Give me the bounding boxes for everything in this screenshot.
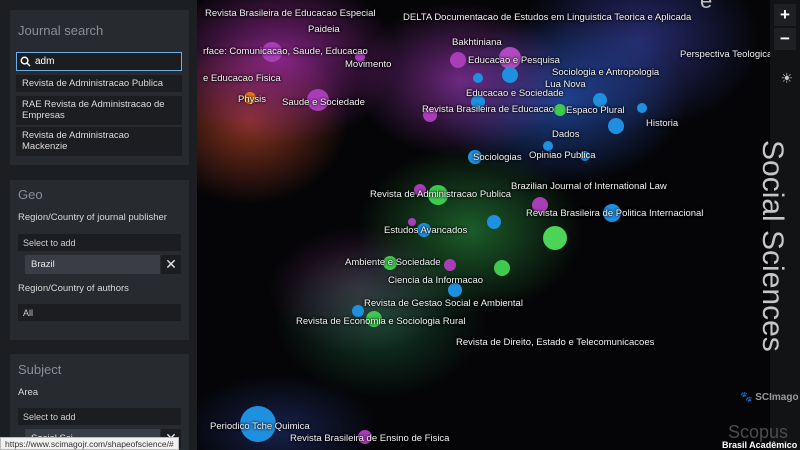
journal-search-card: Journal search Revista de Administracao … bbox=[10, 10, 189, 165]
journal-label[interactable]: Historia bbox=[646, 118, 678, 129]
area-title: Social Sciences bbox=[756, 140, 789, 352]
journal-label[interactable]: Opiniao Publica bbox=[529, 150, 596, 161]
suggestion-item[interactable]: Revista de Administracao Mackenzie bbox=[16, 127, 182, 156]
authors-region-select[interactable]: All bbox=[18, 304, 181, 321]
paw-icon: 🐾 bbox=[740, 392, 753, 403]
journal-label[interactable]: Ciencia da Informacao bbox=[388, 275, 483, 286]
geo-title: Geo bbox=[18, 187, 43, 202]
journal-label[interactable]: Revista de Economia e Sociologia Rural bbox=[296, 316, 466, 327]
journal-label[interactable]: Revista de Gestao Social e Ambiental bbox=[364, 298, 523, 309]
journal-label[interactable]: Revista Brasileira de Politica Internaci… bbox=[526, 208, 703, 219]
watermark-text: Brasil Acadêmico bbox=[722, 440, 798, 450]
journal-bubble[interactable] bbox=[554, 104, 566, 116]
suggestion-item[interactable]: RAE Revista de Administracao de Empresas bbox=[16, 96, 182, 125]
remove-tag-close-icon[interactable]: ✕ bbox=[161, 255, 181, 274]
publisher-region-label: Region/Country of journal publisher bbox=[18, 212, 167, 223]
publisher-region-select[interactable]: Select to add bbox=[18, 234, 181, 251]
journal-label[interactable]: Paideia bbox=[308, 24, 340, 35]
journal-label[interactable]: e Educacao Fisica bbox=[203, 73, 281, 84]
subject-card: Subject Area Select to add Social Sci ✕ bbox=[10, 354, 189, 450]
area-select[interactable]: Select to add bbox=[18, 408, 181, 425]
journal-label[interactable]: Revista de Direito, Estado e Telecomunic… bbox=[456, 337, 654, 348]
journal-label[interactable]: Revista Brasileira de Ensino de Fisica bbox=[290, 433, 449, 444]
journal-label[interactable]: Educacao e Sociedade bbox=[466, 88, 564, 99]
journal-bubble[interactable] bbox=[494, 260, 510, 276]
cropped-label: e bbox=[700, 0, 713, 13]
journal-label[interactable]: Sociologias bbox=[473, 152, 522, 163]
journal-label[interactable]: Saude e Sociedade bbox=[282, 97, 365, 108]
journal-label[interactable]: Revista Brasileira de Educacao Especial bbox=[205, 8, 376, 19]
status-bar-url: https://www.scimagojr.com/shapeofscience… bbox=[0, 437, 179, 450]
journal-label[interactable]: Estudos Avancados bbox=[384, 225, 467, 236]
area-label: Area bbox=[18, 387, 39, 398]
journal-label[interactable]: Brazilian Journal of International Law bbox=[511, 181, 667, 192]
journal-bubble[interactable] bbox=[608, 118, 624, 134]
journal-search-input[interactable] bbox=[35, 56, 175, 67]
journal-label[interactable]: Ambiente e Sociedade bbox=[345, 257, 441, 268]
journal-label[interactable]: Revista de Administracao Publica bbox=[370, 189, 511, 200]
journal-search-title: Journal search bbox=[18, 23, 104, 38]
sidebar: Journal search Revista de Administracao … bbox=[0, 0, 197, 450]
journal-label[interactable]: Periodico Tche Quimica bbox=[210, 421, 310, 432]
journal-search-box[interactable] bbox=[16, 52, 182, 71]
journal-label[interactable]: DELTA Documentacao de Estudos em Linguis… bbox=[403, 12, 691, 23]
subject-title: Subject bbox=[18, 362, 62, 377]
journal-label[interactable]: Physis bbox=[238, 94, 266, 105]
authors-region-label: Region/Country of authors bbox=[18, 283, 129, 294]
journal-label[interactable]: Bakhtiniana bbox=[452, 37, 502, 48]
journal-label[interactable]: rface: Comunicacao, Saude, Educacao bbox=[203, 46, 368, 57]
sun-icon[interactable]: ☀ bbox=[780, 70, 793, 87]
search-icon bbox=[20, 56, 31, 67]
scimago-logo: 🐾 SCImago bbox=[740, 392, 799, 403]
suggestion-item[interactable]: Revista de Administracao Publica bbox=[16, 75, 182, 92]
journal-bubble[interactable] bbox=[502, 67, 518, 83]
journal-label[interactable]: Educacao e Pesquisa bbox=[468, 55, 560, 66]
journal-bubble[interactable] bbox=[444, 259, 456, 271]
journal-bubble[interactable] bbox=[473, 73, 483, 83]
journal-label[interactable]: Espaco Plural bbox=[566, 105, 625, 116]
zoom-in-button[interactable]: + bbox=[774, 4, 796, 26]
zoom-out-button[interactable]: − bbox=[774, 28, 796, 50]
journal-bubble[interactable] bbox=[487, 215, 501, 229]
brand-text: SCImago bbox=[755, 392, 799, 403]
publisher-country-tag: Brazil bbox=[25, 255, 160, 274]
journal-label[interactable]: Perspectiva Teologica bbox=[680, 49, 772, 60]
journal-label[interactable]: Movimento bbox=[345, 59, 391, 70]
journal-label[interactable]: Sociologia e Antropologia bbox=[552, 67, 659, 78]
journal-bubble[interactable] bbox=[637, 103, 647, 113]
journal-label[interactable]: Revista Brasileira de Educacao bbox=[422, 104, 554, 115]
journal-label[interactable]: Dados bbox=[552, 129, 579, 140]
journal-bubble[interactable] bbox=[543, 226, 567, 250]
geo-card: Geo Region/Country of journal publisher … bbox=[10, 180, 189, 340]
journal-bubble[interactable] bbox=[450, 52, 466, 68]
